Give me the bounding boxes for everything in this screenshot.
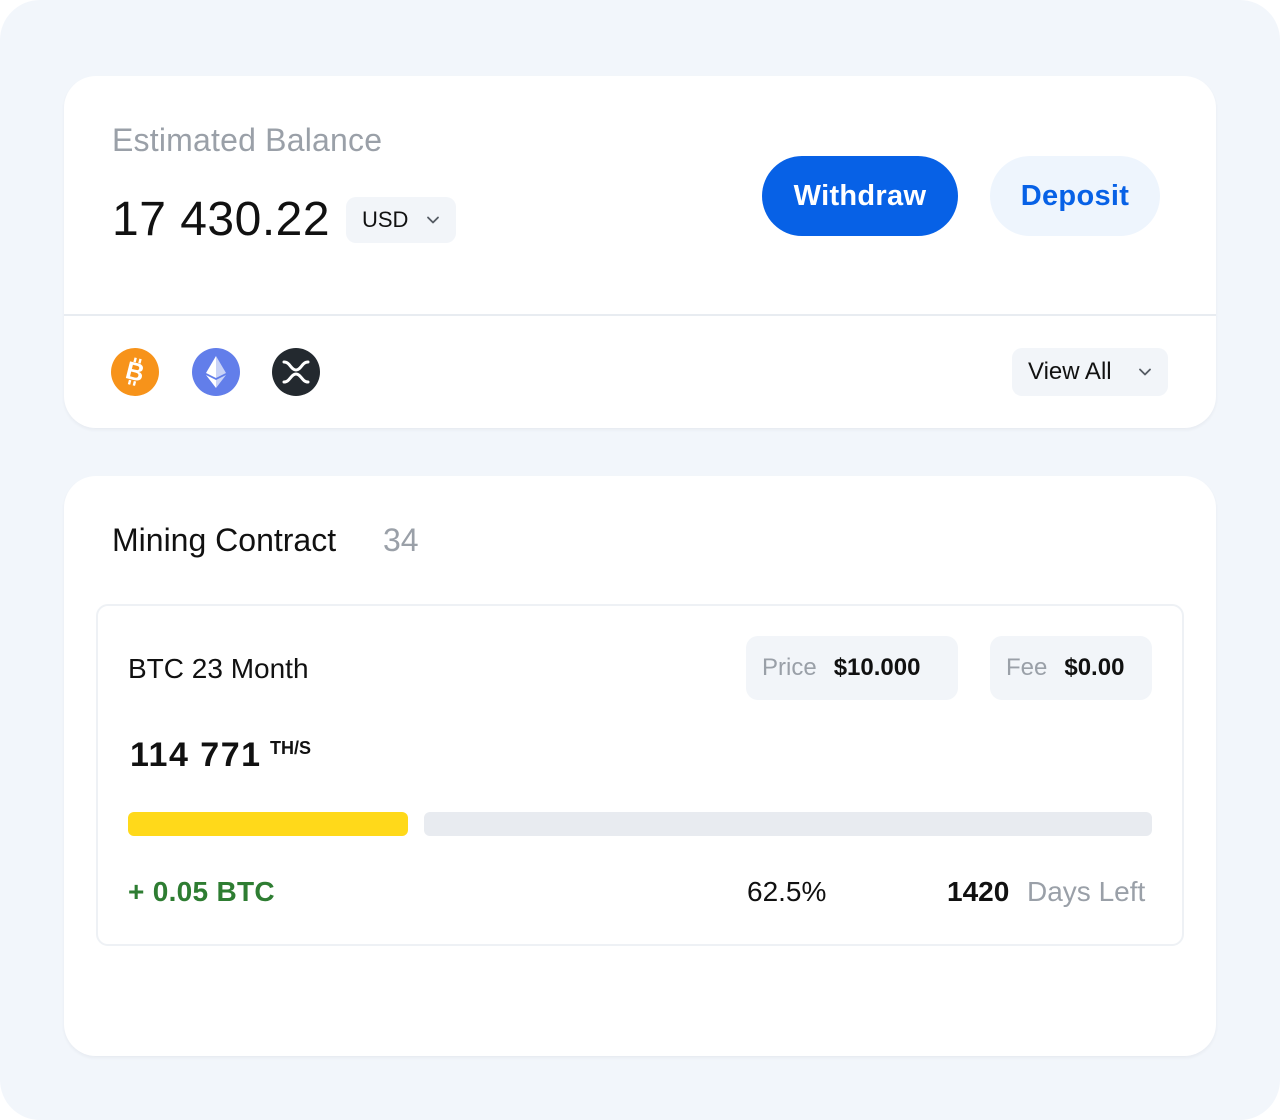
withdraw-button[interactable]: Withdraw	[762, 156, 958, 236]
currency-select[interactable]: USD	[346, 197, 456, 243]
view-all-button[interactable]: View All	[1012, 348, 1168, 396]
balance-card: Estimated Balance 17 430.22 USD Withdraw…	[64, 76, 1216, 428]
currency-value: USD	[362, 207, 409, 232]
ethereum-icon[interactable]	[192, 348, 240, 396]
xrp-glyph	[282, 360, 310, 384]
hashrate-value: 114 771	[130, 736, 262, 774]
price-label: Price	[762, 654, 817, 681]
price-value: $10.000	[833, 654, 921, 681]
chevron-down-icon	[427, 216, 439, 224]
fee-pill: Fee $0.00	[990, 636, 1152, 700]
divider	[64, 314, 1216, 316]
contract-card[interactable]: BTC 23 Month Price $10.000 Fee $0.00 114…	[96, 604, 1184, 946]
balance-amount: 17 430.22	[112, 193, 331, 246]
mining-card: Mining Contract 34 BTC 23 Month Price $1…	[64, 476, 1216, 1056]
view-all-label: View All	[1028, 358, 1112, 385]
chevron-down-icon	[1139, 368, 1151, 376]
fee-label: Fee	[1006, 654, 1048, 681]
deposit-button[interactable]: Deposit	[990, 156, 1160, 236]
progress-bar-track	[424, 812, 1152, 836]
mining-count: 34	[383, 522, 419, 558]
days-left-label: Days Left	[1027, 876, 1146, 907]
days-left-number: 1420	[947, 876, 1010, 907]
mining-title: Mining Contract	[112, 522, 337, 558]
earned-amount: + 0.05 BTC	[128, 876, 275, 907]
contract-name: BTC 23 Month	[128, 653, 309, 684]
page-frame: Estimated Balance 17 430.22 USD Withdraw…	[0, 0, 1280, 1120]
bitcoin-icon[interactable]: B	[111, 348, 159, 396]
xrp-icon[interactable]	[272, 348, 320, 396]
hashrate-unit: TH/S	[270, 738, 312, 758]
progress-bar-fill	[128, 812, 408, 836]
progress-percent: 62.5%	[747, 876, 827, 907]
balance-label: Estimated Balance	[112, 122, 383, 158]
price-pill: Price $10.000	[746, 636, 958, 700]
ethereum-glyph	[206, 356, 226, 388]
bitcoin-glyph: B	[123, 356, 147, 388]
fee-value: $0.00	[1064, 654, 1125, 681]
